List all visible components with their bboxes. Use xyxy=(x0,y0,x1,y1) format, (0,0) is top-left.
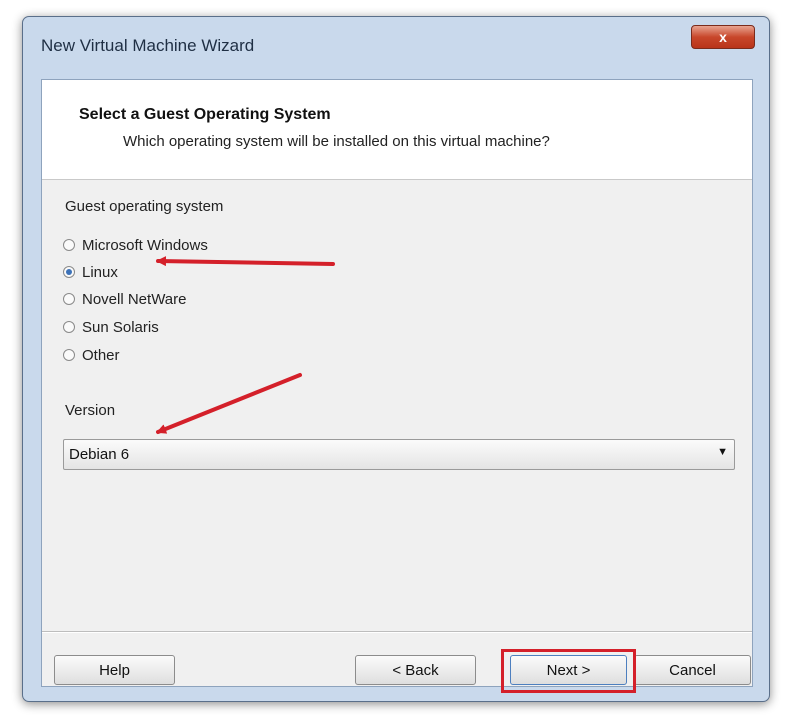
radio-option-linux[interactable]: Linux xyxy=(63,261,118,283)
guest-os-label: Guest operating system xyxy=(65,198,224,215)
next-highlight-box xyxy=(501,649,636,693)
version-value: Debian 6 xyxy=(69,446,130,463)
radio-option-microsoft-windows[interactable]: Microsoft Windows xyxy=(63,234,208,256)
dropdown-arrow-icon[interactable]: ▼ xyxy=(717,446,728,458)
close-button[interactable]: x xyxy=(691,25,755,49)
version-select[interactable]: Debian 6 ▼ xyxy=(63,439,735,470)
radio-label: Other xyxy=(82,346,120,364)
page-subtitle: Which operating system will be installed… xyxy=(123,133,550,150)
cancel-button[interactable]: Cancel xyxy=(634,655,751,685)
title-bar[interactable]: New Virtual Machine Wizard x xyxy=(23,17,769,79)
page-title: Select a Guest Operating System xyxy=(79,106,331,123)
radio-label: Microsoft Windows xyxy=(82,236,208,254)
wizard-window: New Virtual Machine Wizard x Select a Gu… xyxy=(22,16,770,702)
version-label: Version xyxy=(65,402,116,419)
wizard-header: Select a Guest Operating System Which op… xyxy=(42,80,752,180)
window-title: New Virtual Machine Wizard xyxy=(41,36,255,55)
radio-button-selected[interactable] xyxy=(63,266,75,278)
help-button[interactable]: Help xyxy=(54,655,175,685)
radio-label: Linux xyxy=(82,263,118,281)
radio-option-novell-netware[interactable]: Novell NetWare xyxy=(63,288,186,310)
radio-button[interactable] xyxy=(63,293,75,305)
radio-label: Sun Solaris xyxy=(82,318,159,336)
radio-option-sun-solaris[interactable]: Sun Solaris xyxy=(63,316,159,338)
radio-button[interactable] xyxy=(63,349,75,361)
radio-button[interactable] xyxy=(63,239,75,251)
close-icon: x xyxy=(719,29,727,45)
radio-button[interactable] xyxy=(63,321,75,333)
footer-divider xyxy=(42,631,752,633)
radio-label: Novell NetWare xyxy=(82,290,187,308)
back-button[interactable]: < Back xyxy=(355,655,476,685)
radio-option-other[interactable]: Other xyxy=(63,344,120,366)
wizard-body: Select a Guest Operating System Which op… xyxy=(41,79,753,693)
